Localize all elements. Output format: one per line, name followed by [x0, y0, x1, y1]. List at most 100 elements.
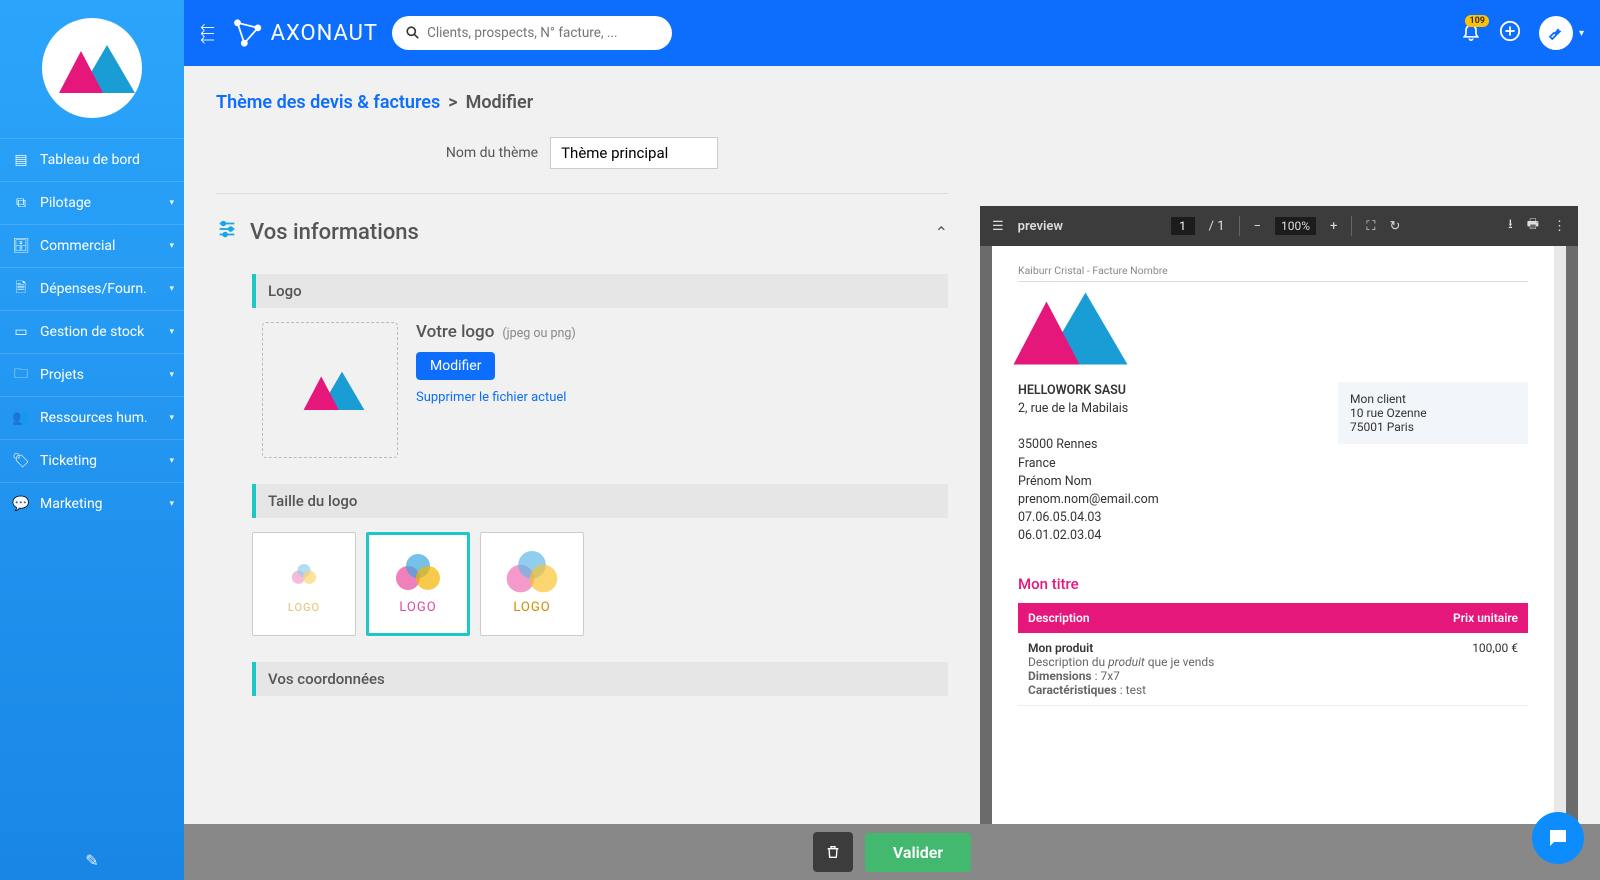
chevron-down-icon: ▾ — [169, 456, 174, 466]
pdf-header: Kaiburr Cristal - Facture Nombre — [1018, 264, 1528, 277]
archive-icon: ▭ — [12, 323, 30, 341]
sidebar-item-label: Tableau de bord — [40, 152, 140, 168]
section-infos-title: Vos informations — [250, 220, 419, 245]
zoom-out-icon[interactable]: − — [1254, 219, 1261, 234]
sidebar-item-expenses[interactable]: 🗎 Dépenses/Fourn. ▾ — [0, 267, 184, 310]
sidebar-item-ticketing[interactable]: 🏷 Ticketing ▾ — [0, 439, 184, 482]
sidebar-item-pilotage[interactable]: ⧉Pilotage▾ — [0, 181, 184, 224]
sidebar-item-marketing[interactable]: 💬 Marketing ▾ — [0, 482, 184, 525]
logo-preview — [262, 322, 398, 458]
delete-button[interactable] — [813, 832, 853, 872]
modify-logo-button[interactable]: Modifier — [416, 352, 495, 380]
sidebar-item-projects[interactable]: 🗀Projets▾ — [0, 353, 184, 396]
logo-heading: Logo — [252, 274, 948, 308]
calculator-icon: 🗎 — [12, 280, 30, 298]
more-icon[interactable]: ⋮ — [1553, 219, 1566, 234]
settings-menu[interactable]: ▾ — [1539, 16, 1584, 50]
pdf-body[interactable]: Kaiburr Cristal - Facture Nombre Mon cli… — [980, 246, 1578, 880]
row-price: 100,00 € — [1379, 633, 1528, 706]
rotate-icon[interactable]: ↻ — [1390, 219, 1401, 234]
sidebar: ▤ Tableau de bord ⧉ Pilotage ▾ 🗄Commercial▾… — [0, 0, 184, 880]
client-box: Mon client 10 rue Ozenne 75001 Paris — [1338, 382, 1528, 444]
logo-size-large[interactable]: LOGO — [480, 532, 584, 636]
add-button[interactable] — [1499, 20, 1521, 46]
caret-down-icon: ▾ — [1579, 28, 1584, 39]
people-icon: 👥 — [12, 409, 30, 427]
chevron-down-icon: ▾ — [169, 370, 174, 380]
print-icon[interactable]: 🖶 — [1527, 215, 1539, 237]
client-city: 75001 Paris — [1350, 420, 1516, 434]
search-box[interactable] — [392, 16, 672, 50]
download-icon[interactable]: ⭳ — [1508, 215, 1513, 237]
sidebar-item-label: Ressources hum. — [40, 410, 148, 426]
zoom-level[interactable]: 100% — [1275, 217, 1316, 235]
sidebar-item-label: Marketing — [40, 496, 103, 512]
notifications-button[interactable]: 109 — [1461, 21, 1481, 45]
sidebar-item-label: Ticketing — [40, 453, 97, 469]
logo-hint: (jpeg ou png) — [502, 326, 575, 341]
breadcrumb-parent[interactable]: Thème des devis & factures — [216, 92, 440, 113]
company-contact: Prénom Nom — [1018, 473, 1528, 491]
chevron-down-icon: ▾ — [169, 241, 174, 251]
preview-pane: ☰ preview / 1 − 100% + ⛶ ↻ ⭳ 🖶 ⋮ — [980, 66, 1600, 880]
brand: AXONAUT — [229, 16, 378, 50]
sidebar-item-label: Gestion de stock — [40, 324, 144, 340]
logo-size-medium[interactable]: LOGO — [366, 532, 470, 636]
sidebar-item-commercial[interactable]: 🗄Commercial▾ — [0, 224, 184, 267]
page-current-input[interactable] — [1171, 217, 1195, 235]
sidebar-edit-icon[interactable]: ✎ — [0, 841, 184, 880]
chart-icon: ⧉ — [12, 194, 30, 212]
chat-bubble-icon — [1546, 826, 1570, 850]
logo-size-heading: Taille du logo — [252, 484, 948, 518]
coords-heading: Vos coordonnées — [252, 662, 948, 696]
zoom-in-icon[interactable]: + — [1330, 219, 1337, 234]
trash-icon — [825, 844, 841, 860]
brand-text: AXONAUT — [271, 21, 378, 46]
client-street: 10 rue Ozenne — [1350, 406, 1516, 420]
footer-bar: Valider — [184, 824, 1600, 880]
sidebar-item-stock[interactable]: ▭Gestion de stock▾ — [0, 310, 184, 353]
logo-size-small[interactable]: LOGO — [252, 532, 356, 636]
sidebar-item-hr[interactable]: 👥 Ressources hum. ▾ — [0, 396, 184, 439]
breadcrumb-current: Modifier — [466, 92, 534, 113]
dashboard-icon: ▤ — [12, 151, 30, 169]
chat-widget[interactable] — [1532, 812, 1584, 864]
chevron-up-icon[interactable]: ⌃ — [935, 223, 948, 242]
tag-icon: 🏷 — [12, 452, 30, 470]
delete-logo-link[interactable]: Supprimer le fichier actuel — [416, 390, 576, 405]
preview-scrollbar[interactable] — [1554, 246, 1566, 866]
page-total: / 1 — [1209, 219, 1225, 234]
company-phone2: 06.01.02.03.04 — [1018, 527, 1528, 545]
theme-name-input[interactable] — [550, 137, 718, 169]
sidebar-item-label: Pilotage — [40, 195, 91, 211]
sidebar-collapse-icon[interactable]: ⬱ — [200, 23, 215, 44]
breadcrumb-sep: > — [448, 92, 457, 113]
plus-circle-icon — [1499, 20, 1521, 42]
preview-label: preview — [1018, 219, 1063, 234]
settings-avatar — [1539, 16, 1573, 50]
chat-icon: 💬 — [12, 495, 30, 513]
search-input[interactable] — [427, 25, 658, 41]
col-description: Description — [1018, 603, 1379, 633]
sidebar-item-label: Dépenses/Fourn. — [40, 281, 147, 297]
sidebar-item-label: Projets — [40, 367, 84, 383]
breadcrumb: Thème des devis & factures > Modifier — [216, 92, 948, 113]
chevron-down-icon: ▾ — [169, 284, 174, 294]
chevron-down-icon: ▾ — [169, 499, 174, 509]
section-infos-header[interactable]: Vos informations ⌃ — [216, 212, 948, 264]
company-email: prenom.nom@email.com — [1018, 491, 1528, 509]
chevron-down-icon: ▾ — [169, 413, 174, 423]
app-logo — [42, 18, 142, 118]
brand-icon — [229, 16, 263, 50]
tune-icon — [216, 218, 238, 246]
sidebar-item-dashboard[interactable]: ▤ Tableau de bord — [0, 138, 184, 181]
col-price: Prix unitaire — [1379, 603, 1528, 633]
menu-icon[interactable]: ☰ — [992, 219, 1004, 234]
notification-count: 109 — [1465, 15, 1489, 27]
pdf-page: Kaiburr Cristal - Facture Nombre Mon cli… — [992, 246, 1554, 866]
validate-button[interactable]: Valider — [865, 833, 971, 872]
form-pane: Thème des devis & factures > Modifier No… — [184, 66, 980, 880]
doc-title: Mon titre — [1018, 575, 1528, 593]
topbar: ⬱ AXONAUT 109 ▾ — [184, 0, 1600, 66]
fit-page-icon[interactable]: ⛶ — [1366, 219, 1375, 234]
